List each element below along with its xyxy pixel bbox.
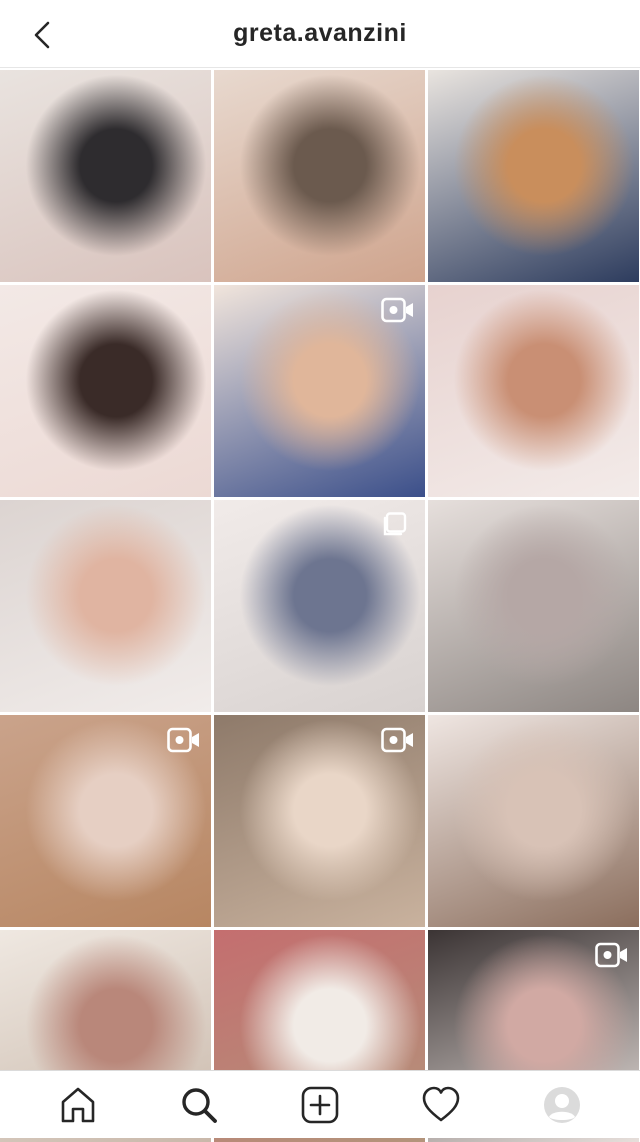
post-thumbnail[interactable]: [0, 285, 211, 497]
search-icon: [182, 1087, 218, 1123]
tab-activity[interactable]: [413, 1077, 469, 1133]
profile-username: greta.avanzini: [233, 19, 407, 47]
post-thumbnail[interactable]: [428, 70, 639, 282]
posts-grid: [0, 70, 640, 1142]
heart-icon: [422, 1086, 460, 1121]
post-thumbnail[interactable]: [428, 715, 639, 927]
post-thumbnail[interactable]: [214, 500, 425, 712]
post-photo: [0, 70, 211, 282]
post-photo: [428, 500, 639, 712]
post-thumbnail[interactable]: [214, 285, 425, 497]
post-thumbnail[interactable]: [428, 500, 639, 712]
post-photo: [0, 500, 211, 712]
top-bar: greta.avanzini: [0, 0, 640, 68]
bottom-tab-bar: [0, 1070, 640, 1138]
post-photo: [428, 715, 639, 927]
video-icon: [381, 297, 415, 323]
post-thumbnail[interactable]: [0, 500, 211, 712]
post-photo: [428, 285, 639, 497]
video-icon: [381, 727, 415, 753]
post-photo: [428, 70, 639, 282]
tab-search[interactable]: [171, 1077, 227, 1133]
post-thumbnail[interactable]: [0, 70, 211, 282]
video-icon: [167, 727, 201, 753]
post-thumbnail[interactable]: [214, 70, 425, 282]
home-icon: [62, 1087, 95, 1122]
carousel-icon: [381, 512, 415, 538]
post-thumbnail[interactable]: [428, 285, 639, 497]
plus-square-icon: [301, 1086, 339, 1123]
post-photo: [214, 70, 425, 282]
post-thumbnail[interactable]: [214, 715, 425, 927]
tab-home[interactable]: [50, 1077, 106, 1133]
post-thumbnail[interactable]: [0, 715, 211, 927]
profile-avatar-icon: [543, 1086, 580, 1123]
post-photo: [0, 285, 211, 497]
video-icon: [595, 942, 629, 968]
tab-new-post[interactable]: [292, 1077, 348, 1133]
tab-profile[interactable]: [534, 1077, 590, 1133]
